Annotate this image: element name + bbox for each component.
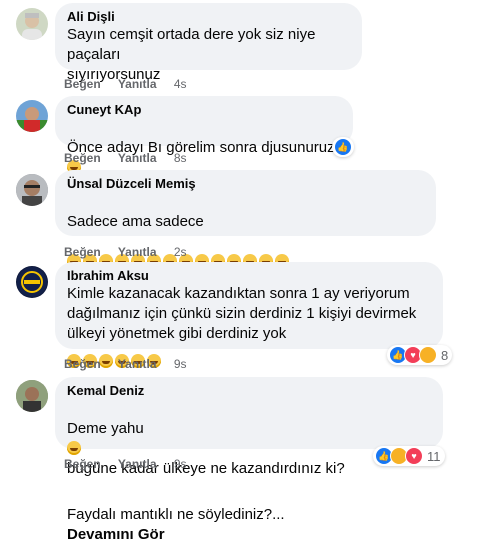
love-reaction-icon: ♥ (405, 447, 423, 465)
comment-time[interactable]: 9s (174, 457, 187, 471)
like-reaction-icon: 👍 (334, 138, 352, 156)
reply-link[interactable]: Yanıtla (118, 77, 157, 91)
reply-link[interactable]: Yanıtla (118, 357, 157, 371)
see-more-link[interactable]: Devamını Gör (67, 526, 165, 543)
like-link[interactable]: Beğen (64, 151, 101, 165)
comment-author[interactable]: Cuneyt KAp (67, 102, 341, 118)
reaction-summary[interactable]: 👍 ♥ 11 (373, 446, 445, 466)
comment-time[interactable]: 8s (174, 151, 187, 165)
comment-time[interactable]: 4s (174, 77, 187, 91)
reply-link[interactable]: Yanıtla (118, 457, 157, 471)
reply-link[interactable]: Yanıtla (118, 245, 157, 259)
smiley-emoji-icon (67, 441, 81, 455)
comment-bubble: Cuneyt KAp Önce adayı Bı görelim sonra d… (55, 96, 353, 174)
comment-bubble: Ibrahim Aksu Kimle kazanacak kazandıktan… (55, 262, 443, 349)
comment-author[interactable]: Ibrahim Aksu (67, 268, 431, 284)
comment-actions: Beğen Yanıtla 2s (64, 244, 201, 260)
like-link[interactable]: Beğen (64, 245, 101, 259)
comment-text: Kimle kazanacak kazandıktan sonra 1 ay v… (67, 285, 417, 342)
comment-actions: Beğen Yanıtla 9s (64, 456, 201, 472)
comment-bubble: Ali Dişli Sayın cemşit ortada dere yok s… (55, 3, 362, 83)
avatar[interactable] (16, 174, 48, 206)
reaction-count: 11 (427, 448, 441, 464)
comment-author[interactable]: Ali Dişli (67, 9, 350, 25)
sad-reaction-icon (419, 346, 437, 364)
reply-link[interactable]: Yanıtla (118, 151, 157, 165)
comment-bubble: Kemal Deniz Deme yahu bugüne kadar ülkey… (55, 377, 443, 543)
comment-text-part: Faydalı mantıklı ne söylediniz?... (67, 506, 285, 523)
comment-time[interactable]: 9s (174, 357, 187, 371)
comment-text: Sadece ama sadece (67, 213, 204, 230)
reaction-summary[interactable]: 👍 (332, 137, 354, 157)
comment-text-line-2: Faydalı mantıklı ne söylediniz?... Devam… (67, 485, 431, 545)
avatar[interactable] (16, 380, 48, 412)
comment-actions: Beğen Yanıtla 4s (64, 76, 201, 92)
comment-text-wrap: Önce adayı Bı görelim sonra djusunuruz (67, 118, 341, 178)
comment-text-part: Deme yahu (67, 420, 144, 437)
reaction-summary[interactable]: 👍 ♥ 8 (387, 345, 453, 365)
comment-actions: Beğen Yanıtla 9s (64, 356, 201, 372)
comment-actions: Beğen Yanıtla 8s (64, 150, 201, 166)
avatar[interactable] (16, 8, 48, 40)
avatar[interactable] (16, 100, 48, 132)
like-link[interactable]: Beğen (64, 77, 101, 91)
comment-bubble: Ünsal Düzceli Memiş Sadece ama sadece (55, 170, 436, 368)
comment-author[interactable]: Kemal Deniz (67, 383, 431, 399)
avatar[interactable] (16, 266, 48, 298)
reaction-count: 8 (441, 347, 449, 363)
like-link[interactable]: Beğen (64, 457, 101, 471)
comment-time[interactable]: 2s (174, 245, 187, 259)
comment-author[interactable]: Ünsal Düzceli Memiş (67, 176, 424, 192)
like-link[interactable]: Beğen (64, 357, 101, 371)
